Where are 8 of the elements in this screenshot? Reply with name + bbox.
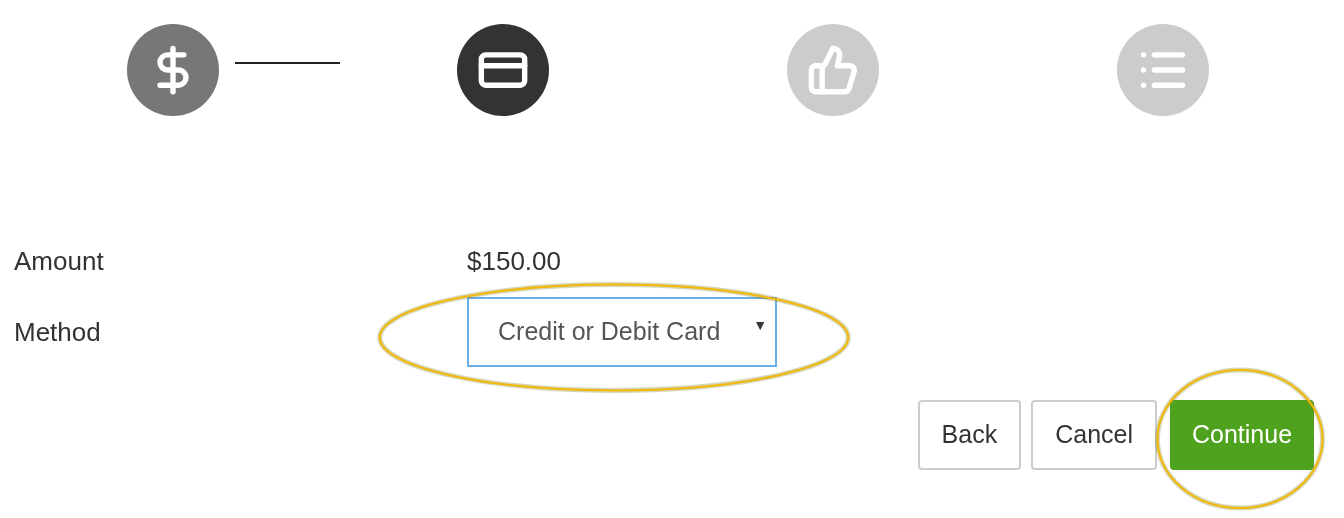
thumbs-up-icon <box>807 44 859 96</box>
secondary-button[interactable]: Cancel <box>1031 400 1157 470</box>
method-label: Method <box>14 315 102 349</box>
secondary-button[interactable]: Back <box>917 400 1022 470</box>
caret-icon: ▼ <box>753 315 767 336</box>
amount-value: $150.00 <box>467 244 561 278</box>
method-select[interactable]: Credit or Debit Card ▼ <box>467 297 777 367</box>
amount-label: Amount <box>14 244 105 278</box>
